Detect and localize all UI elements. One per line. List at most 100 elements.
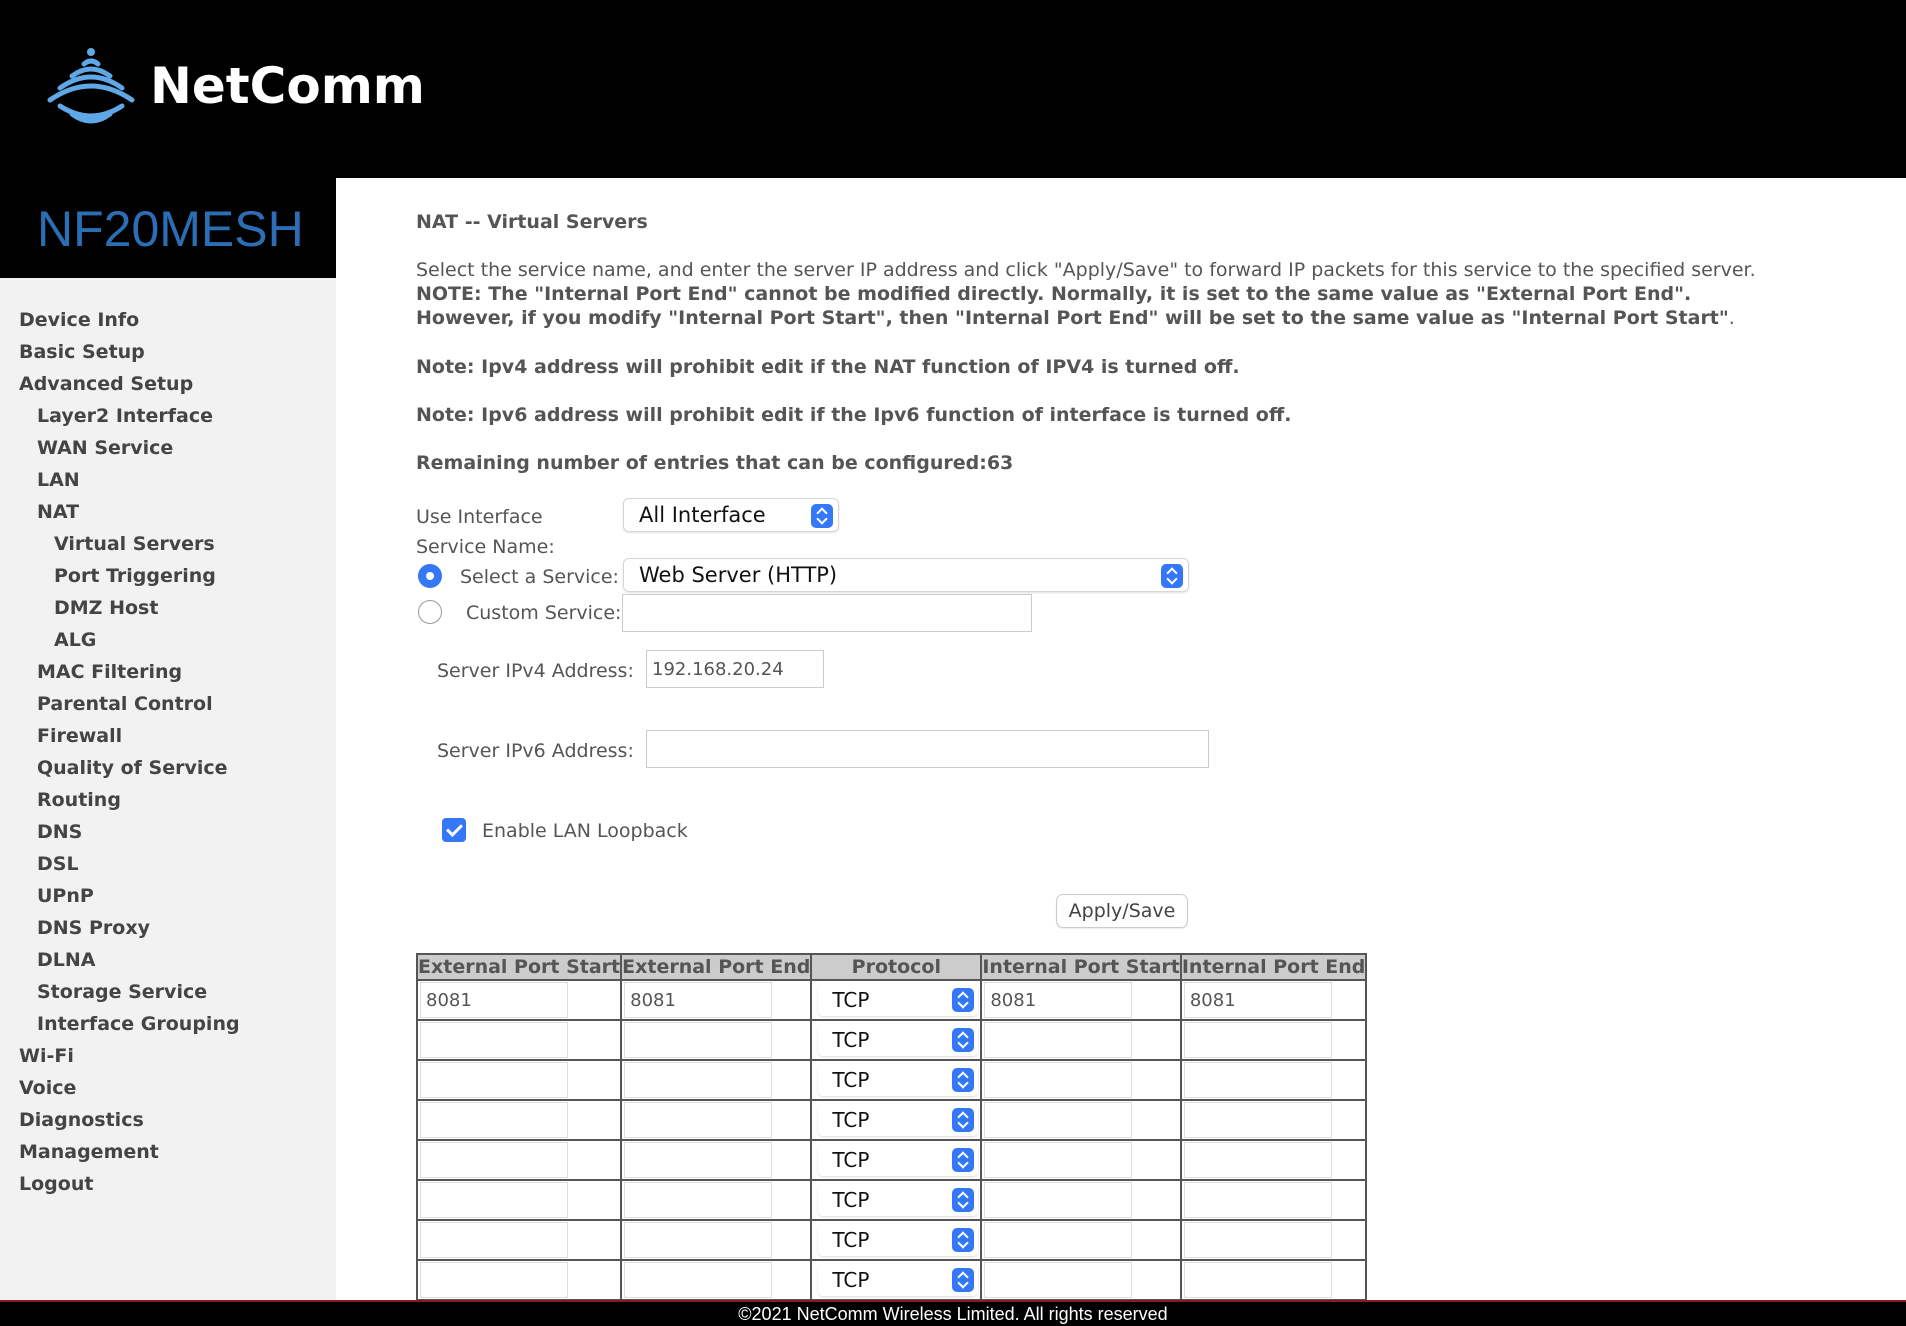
service-select-value: Web Server (HTTP) bbox=[639, 563, 838, 587]
protocol-select[interactable]: TCP bbox=[818, 1224, 979, 1256]
sidebar-item-port-triggering[interactable]: Port Triggering bbox=[0, 560, 336, 592]
sidebar-item-upnp[interactable]: UPnP bbox=[0, 880, 336, 912]
sidebar-item-logout[interactable]: Logout bbox=[0, 1168, 336, 1200]
select-arrows-icon bbox=[952, 1188, 975, 1212]
service-select[interactable]: Web Server (HTTP) bbox=[623, 558, 1189, 592]
wifi-logo-icon bbox=[47, 48, 135, 124]
protocol-select[interactable]: TCP bbox=[818, 1104, 979, 1136]
table-cell bbox=[1179, 1019, 1368, 1061]
table-cell: TCP bbox=[810, 1139, 983, 1181]
sidebar-item-storage-service[interactable]: Storage Service bbox=[0, 976, 336, 1008]
table-cell bbox=[980, 1219, 1182, 1261]
sidebar-item-interface-grouping[interactable]: Interface Grouping bbox=[0, 1008, 336, 1040]
sidebar-item-firewall[interactable]: Firewall bbox=[0, 720, 336, 752]
port-input-int-start[interactable] bbox=[984, 1062, 1133, 1098]
sidebar-item-dns[interactable]: DNS bbox=[0, 816, 336, 848]
port-input-ext-start[interactable] bbox=[420, 1102, 568, 1138]
custom-service-label: Custom Service: bbox=[466, 602, 622, 624]
port-input-ext-start[interactable] bbox=[420, 1142, 568, 1178]
remaining-entries: Remaining number of entries that can be … bbox=[416, 452, 1014, 474]
port-input-ext-start[interactable] bbox=[420, 1022, 568, 1058]
protocol-select[interactable]: TCP bbox=[818, 1184, 979, 1216]
protocol-select[interactable]: TCP bbox=[818, 984, 979, 1016]
port-input-ext-end[interactable] bbox=[624, 1182, 773, 1218]
port-input-int-end[interactable] bbox=[1183, 1062, 1332, 1098]
port-input-int-end[interactable] bbox=[1183, 1022, 1332, 1058]
sidebar-item-parental-control[interactable]: Parental Control bbox=[0, 688, 336, 720]
sidebar-item-wi-fi[interactable]: Wi-Fi bbox=[0, 1040, 336, 1072]
sidebar-item-dlna[interactable]: DLNA bbox=[0, 944, 336, 976]
netcomm-logo: NetComm bbox=[46, 44, 425, 128]
port-input-ext-start[interactable] bbox=[420, 1262, 568, 1298]
sidebar-item-virtual-servers[interactable]: Virtual Servers bbox=[0, 528, 336, 560]
port-input-int-end[interactable] bbox=[1183, 1262, 1332, 1298]
port-input-ext-start[interactable] bbox=[420, 1222, 568, 1258]
sidebar-item-management[interactable]: Management bbox=[0, 1136, 336, 1168]
port-input-ext-end[interactable] bbox=[624, 1062, 773, 1098]
sidebar-item-routing[interactable]: Routing bbox=[0, 784, 336, 816]
table-cell bbox=[415, 1059, 623, 1101]
protocol-value: TCP bbox=[832, 1188, 870, 1212]
select-service-radio[interactable] bbox=[418, 564, 442, 588]
custom-service-input[interactable] bbox=[622, 594, 1032, 632]
sidebar-item-basic-setup[interactable]: Basic Setup bbox=[0, 336, 336, 368]
sidebar-item-nat[interactable]: NAT bbox=[0, 496, 336, 528]
protocol-select[interactable]: TCP bbox=[818, 1264, 979, 1296]
sidebar-item-dsl[interactable]: DSL bbox=[0, 848, 336, 880]
protocol-select[interactable]: TCP bbox=[818, 1144, 979, 1176]
protocol-value: TCP bbox=[832, 1228, 870, 1252]
port-input-int-start[interactable] bbox=[984, 1262, 1133, 1298]
protocol-value: TCP bbox=[832, 988, 870, 1012]
protocol-select[interactable]: TCP bbox=[818, 1064, 979, 1096]
table-cell bbox=[620, 1139, 813, 1181]
table-cell bbox=[1179, 1259, 1368, 1301]
sidebar-item-mac-filtering[interactable]: MAC Filtering bbox=[0, 656, 336, 688]
ipv4-input[interactable] bbox=[646, 650, 824, 688]
port-input-ext-end[interactable] bbox=[624, 1102, 773, 1138]
port-input-ext-end[interactable] bbox=[624, 1142, 773, 1178]
apply-save-button[interactable]: Apply/Save bbox=[1056, 894, 1188, 928]
sidebar-item-diagnostics[interactable]: Diagnostics bbox=[0, 1104, 336, 1136]
port-input-int-end[interactable]: 8081 bbox=[1183, 982, 1332, 1018]
sidebar-item-lan[interactable]: LAN bbox=[0, 464, 336, 496]
sidebar: NF20MESH Device Info Basic Setup Advanced … bbox=[0, 178, 336, 1304]
sidebar-item-voice[interactable]: Voice bbox=[0, 1072, 336, 1104]
table-cell bbox=[620, 1019, 813, 1061]
port-input-int-start[interactable] bbox=[984, 1022, 1133, 1058]
protocol-select[interactable]: TCP bbox=[818, 1024, 979, 1056]
ipv6-input[interactable] bbox=[646, 730, 1209, 768]
lan-loopback-label: Enable LAN Loopback bbox=[482, 820, 688, 842]
sidebar-item-quality-of-service[interactable]: Quality of Service bbox=[0, 752, 336, 784]
port-input-ext-end[interactable] bbox=[624, 1022, 773, 1058]
port-input-int-end[interactable] bbox=[1183, 1102, 1332, 1138]
port-input-int-end[interactable] bbox=[1183, 1142, 1332, 1178]
port-input-int-start[interactable] bbox=[984, 1182, 1133, 1218]
lan-loopback-checkbox[interactable] bbox=[442, 818, 466, 842]
select-arrows-icon bbox=[952, 1108, 975, 1132]
port-input-int-end[interactable] bbox=[1183, 1182, 1332, 1218]
port-input-int-start[interactable] bbox=[984, 1222, 1133, 1258]
sidebar-item-device-info[interactable]: Device Info bbox=[0, 304, 336, 336]
custom-service-radio[interactable] bbox=[418, 600, 442, 624]
port-input-ext-start[interactable]: 8081 bbox=[420, 982, 568, 1018]
table-cell bbox=[980, 1259, 1182, 1301]
port-input-ext-start[interactable] bbox=[420, 1062, 568, 1098]
port-input-int-end[interactable] bbox=[1183, 1222, 1332, 1258]
sidebar-item-wan-service[interactable]: WAN Service bbox=[0, 432, 336, 464]
port-input-ext-end[interactable] bbox=[624, 1222, 773, 1258]
port-input-int-start[interactable] bbox=[984, 1102, 1133, 1138]
port-input-ext-start[interactable] bbox=[420, 1182, 568, 1218]
sidebar-item-dmz-host[interactable]: DMZ Host bbox=[0, 592, 336, 624]
ipv4-label: Server IPv4 Address: bbox=[437, 660, 634, 682]
table-cell: TCP bbox=[810, 1179, 983, 1221]
sidebar-item-advanced-setup[interactable]: Advanced Setup bbox=[0, 368, 336, 400]
protocol-value: TCP bbox=[832, 1108, 870, 1132]
port-input-int-start[interactable] bbox=[984, 1142, 1133, 1178]
use-interface-select[interactable]: All Interface bbox=[623, 498, 839, 532]
port-input-int-start[interactable]: 8081 bbox=[984, 982, 1133, 1018]
sidebar-item-dns-proxy[interactable]: DNS Proxy bbox=[0, 912, 336, 944]
sidebar-item-layer2-interface[interactable]: Layer2 Interface bbox=[0, 400, 336, 432]
port-input-ext-end[interactable]: 8081 bbox=[624, 982, 773, 1018]
sidebar-item-alg[interactable]: ALG bbox=[0, 624, 336, 656]
port-input-ext-end[interactable] bbox=[624, 1262, 773, 1298]
